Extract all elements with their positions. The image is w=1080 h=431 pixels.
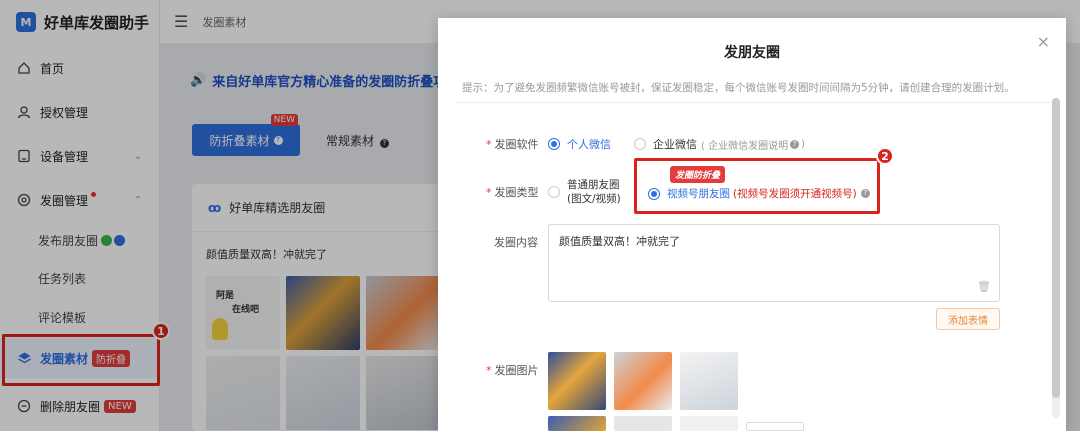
radio-icon [548, 138, 560, 150]
required-mark: * [486, 364, 492, 377]
dialog-scrollbar[interactable] [1052, 98, 1060, 418]
post-moments-dialog: 发朋友圈 × 提示：为了避免发圈频繁微信账号被封，保证发圈稳定，每个微信账号发圈… [438, 18, 1066, 431]
upload-image-slot[interactable] [746, 422, 804, 431]
post-image-thumb[interactable] [548, 352, 606, 410]
required-mark: * [486, 186, 492, 199]
software-label: * 发圈软件 [486, 136, 539, 152]
dialog-title: 发朋友圈 [724, 45, 780, 61]
radio-icon [634, 138, 646, 150]
label-text: 发圈类型 [494, 186, 539, 199]
dialog-tip: 提示：为了避免发圈频繁微信账号被封，保证发圈稳定，每个微信账号发圈时间间隔为5分… [462, 82, 1015, 94]
add-emoji-button[interactable]: 添加表情 [936, 308, 1000, 330]
content-label: 发圈内容 [494, 236, 538, 249]
option-label: 企业微信 [653, 138, 697, 151]
post-image-thumb[interactable] [614, 416, 672, 431]
trash-icon[interactable]: 🗑 [977, 280, 991, 293]
help-icon: ? [790, 139, 800, 149]
close-icon[interactable]: × [1037, 32, 1050, 51]
label-text: 发圈软件 [494, 138, 539, 151]
option-label: 个人微信 [567, 138, 611, 151]
option-line: 普通朋友圈 [567, 179, 620, 191]
content-value: 颜值质量双高！冲就完了 [559, 235, 680, 248]
option-line: (图文/视频) [567, 193, 621, 205]
step-marker-2: 2 [876, 147, 894, 165]
radio-personal-wechat[interactable]: 个人微信 [548, 136, 611, 152]
scrollbar-thumb[interactable] [1052, 98, 1060, 398]
images-label: * 发圈图片 [486, 362, 539, 378]
post-image-thumb[interactable] [614, 352, 672, 410]
type-label: * 发圈类型 [486, 184, 539, 200]
radio-icon [548, 186, 560, 198]
post-image-thumb[interactable] [680, 352, 738, 410]
radio-normal-moments[interactable]: 普通朋友圈 (图文/视频) [548, 178, 621, 206]
radio-enterprise-wechat[interactable]: 企业微信 ( 企业微信发圈说明 ? ) [634, 136, 805, 152]
divider [454, 102, 1050, 103]
post-image-thumb[interactable] [548, 416, 606, 431]
enterprise-note-link[interactable]: ( 企业微信发圈说明 [701, 137, 788, 152]
option-label: 普通朋友圈 (图文/视频) [567, 178, 621, 206]
highlight-box-2 [634, 158, 880, 214]
label-text: 发圈图片 [494, 364, 539, 377]
required-mark: * [486, 138, 492, 151]
note-end: ) [801, 138, 805, 150]
content-textarea[interactable]: 颜值质量双高！冲就完了 🗑 [548, 224, 1000, 302]
post-image-thumb[interactable] [680, 416, 738, 431]
